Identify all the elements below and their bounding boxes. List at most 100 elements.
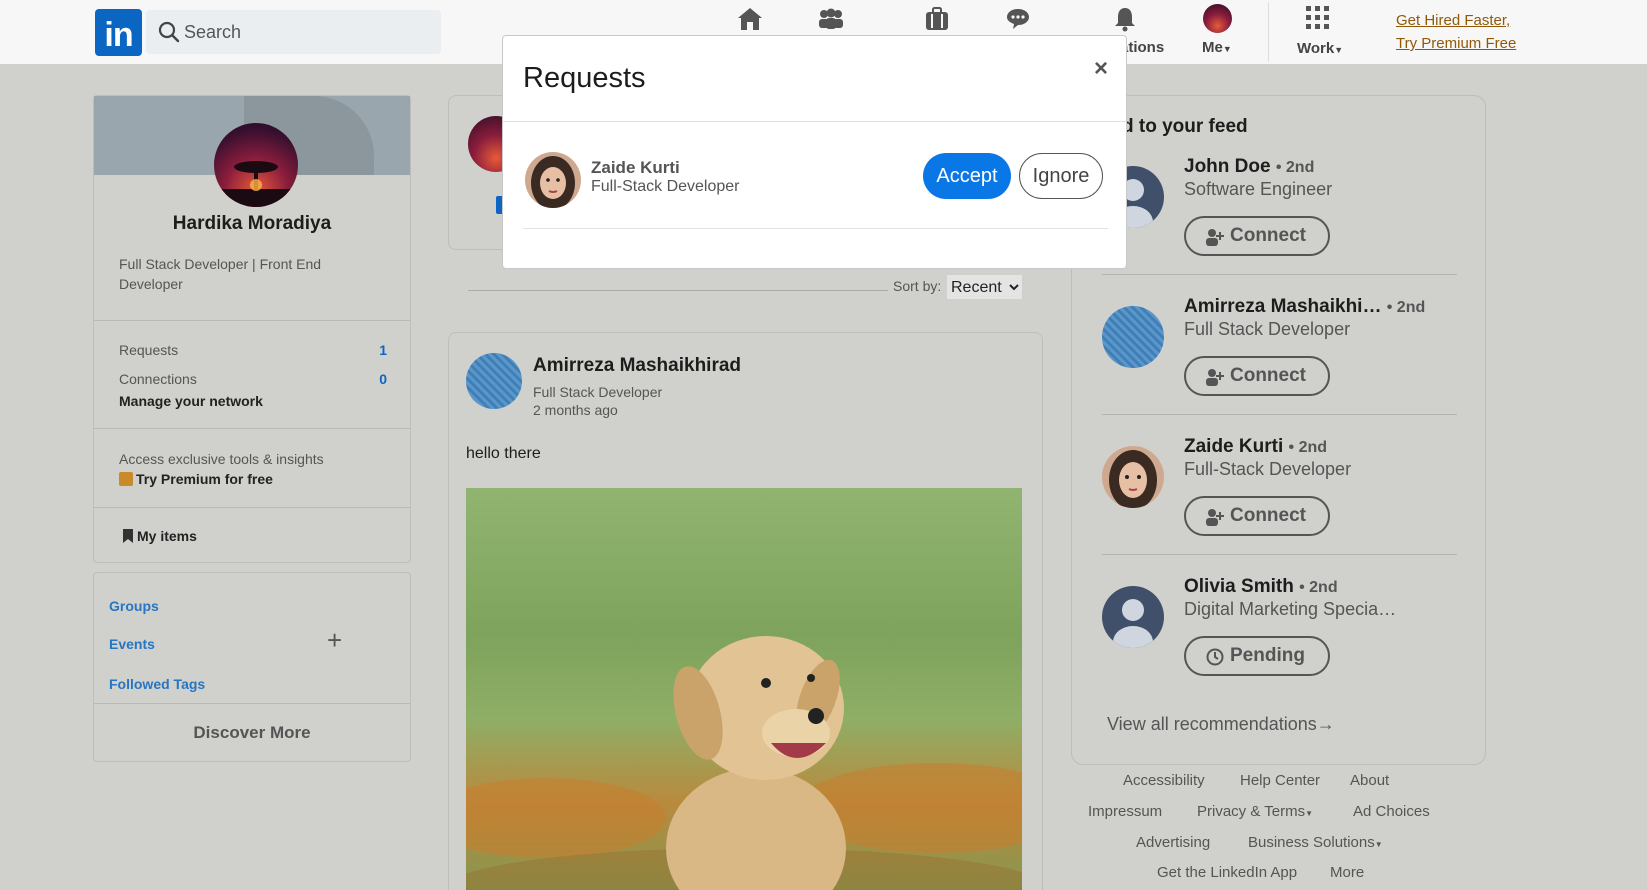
post-image-puppy[interactable]	[466, 488, 1022, 890]
footer-link[interactable]: Business Solutions▼	[1248, 834, 1383, 851]
pending-label: Pending	[1230, 645, 1305, 666]
divider	[1102, 274, 1457, 275]
footer-link[interactable]: Get the LinkedIn App	[1157, 864, 1297, 881]
woman-portrait-icon	[531, 156, 575, 208]
jobs-icon[interactable]	[925, 6, 949, 32]
recommendation-name-text: Zaide Kurti	[1184, 436, 1284, 457]
request-title: Full-Stack Developer	[591, 178, 740, 195]
work-menu[interactable]: Work▼	[1297, 40, 1343, 57]
search-icon	[158, 21, 180, 43]
work-label: Work	[1297, 40, 1335, 57]
profile-name[interactable]: Hardika Moradiya	[94, 213, 410, 235]
footer-link[interactable]: Privacy & Terms▼	[1197, 803, 1313, 820]
close-icon[interactable]: ×	[1086, 54, 1116, 84]
bookmark-icon	[123, 529, 133, 543]
messaging-icon[interactable]	[1005, 6, 1031, 32]
recommendation-item: Zaide Kurti • 2nd Full-Stack Developer C…	[1102, 436, 1457, 576]
me-avatar[interactable]	[1203, 4, 1232, 33]
groups-link[interactable]: Groups	[109, 598, 159, 614]
requests-row[interactable]: Requests 1	[119, 342, 387, 358]
events-link[interactable]: Events	[109, 636, 155, 652]
premium-line-2[interactable]: Try Premium Free	[1396, 32, 1516, 55]
footer-link[interactable]: Advertising	[1136, 834, 1210, 851]
recommendation-avatar[interactable]	[1102, 306, 1164, 368]
add-person-icon	[1206, 509, 1224, 526]
try-premium-label: Try Premium for free	[136, 471, 273, 487]
chevron-down-icon: ▼	[1374, 840, 1383, 849]
post-author-name[interactable]: Amirreza Mashaikhirad	[533, 355, 741, 377]
post-text: hello there	[466, 445, 541, 462]
recommendation-title: Digital Marketing Specia…	[1184, 599, 1397, 619]
divider	[503, 121, 1126, 122]
followed-tags-link[interactable]: Followed Tags	[109, 676, 205, 692]
recommendation-avatar[interactable]	[1102, 586, 1164, 648]
connections-count: 0	[379, 371, 387, 387]
recommendation-name-text: Amirreza Mashaikhi…	[1184, 296, 1382, 317]
recommendation-degree: • 2nd	[1275, 159, 1315, 176]
tree-sunset-icon	[214, 161, 298, 207]
footer-link[interactable]: Impressum	[1088, 803, 1162, 820]
sort-select[interactable]: Recent	[947, 275, 1022, 299]
post-author-avatar[interactable]	[466, 353, 522, 409]
recommendation-name[interactable]: Olivia Smith • 2nd	[1184, 576, 1338, 598]
footer-link[interactable]: Accessibility	[1123, 772, 1205, 789]
discover-more-button[interactable]: Discover More	[94, 723, 410, 743]
profile-card: Hardika Moradiya Full Stack Developer | …	[93, 95, 411, 563]
connections-row[interactable]: Connections 0	[119, 371, 387, 387]
puppy-illustration	[466, 636, 1022, 890]
recommendation-name[interactable]: John Doe • 2nd	[1184, 156, 1314, 178]
connect-button[interactable]: Connect	[1184, 496, 1330, 536]
notifications-icon[interactable]	[1113, 6, 1137, 32]
recommendation-avatar[interactable]	[1102, 446, 1164, 508]
footer-link[interactable]: About	[1350, 772, 1389, 789]
footer-link[interactable]: Ad Choices	[1353, 803, 1430, 820]
groups-card: Groups Events + Followed Tags Discover M…	[93, 572, 411, 762]
profile-avatar[interactable]	[214, 123, 298, 207]
recommendation-name-text: John Doe	[1184, 156, 1271, 177]
connect-button[interactable]: Connect	[1184, 356, 1330, 396]
footer-link[interactable]: More	[1330, 864, 1364, 881]
post-timestamp: 2 months ago	[533, 402, 618, 418]
recommendation-name[interactable]: Amirreza Mashaikhi… • 2nd	[1184, 296, 1425, 318]
add-person-icon	[1206, 369, 1224, 386]
accept-button[interactable]: Accept	[923, 153, 1011, 199]
me-menu[interactable]: Me▼	[1202, 39, 1232, 56]
add-event-icon[interactable]: +	[327, 625, 342, 656]
search-input[interactable]	[184, 18, 424, 46]
divider	[1102, 554, 1457, 555]
add-person-icon	[1206, 229, 1224, 246]
post-card: Amirreza Mashaikhirad Full Stack Develop…	[448, 332, 1043, 890]
connections-label: Connections	[119, 371, 197, 387]
request-avatar[interactable]	[525, 152, 581, 208]
my-items-link[interactable]: My items	[122, 528, 197, 544]
premium-icon	[119, 472, 133, 486]
me-label: Me	[1202, 39, 1223, 56]
home-icon[interactable]	[736, 6, 764, 32]
connect-label: Connect	[1230, 225, 1306, 246]
my-network-icon[interactable]	[817, 6, 845, 32]
default-person-icon	[1113, 599, 1153, 648]
footer-link[interactable]: Help Center	[1240, 772, 1320, 789]
requests-count: 1	[379, 342, 387, 358]
try-premium-link[interactable]: Try Premium for free	[119, 471, 273, 487]
connect-label: Connect	[1230, 365, 1306, 386]
recommendation-name-text: Olivia Smith	[1184, 576, 1294, 597]
pending-button[interactable]: Pending	[1184, 636, 1330, 676]
divider	[94, 320, 410, 321]
recommendation-name[interactable]: Zaide Kurti • 2nd	[1184, 436, 1327, 458]
connect-button[interactable]: Connect	[1184, 216, 1330, 256]
work-grid-icon[interactable]	[1305, 5, 1331, 31]
request-name[interactable]: Zaide Kurti	[591, 158, 680, 178]
recommendation-title: Full Stack Developer	[1184, 319, 1351, 339]
view-all-recommendations-link[interactable]: View all recommendations→	[1107, 714, 1335, 735]
my-items-label: My items	[137, 528, 197, 544]
premium-link[interactable]: Get Hired Faster, Try Premium Free	[1396, 9, 1516, 55]
divider	[523, 228, 1108, 229]
linkedin-logo[interactable]: in	[95, 9, 142, 56]
chevron-down-icon: ▼	[1334, 45, 1344, 55]
ignore-button[interactable]: Ignore	[1019, 153, 1103, 199]
manage-network-link[interactable]: Manage your network	[119, 393, 263, 409]
premium-line-1[interactable]: Get Hired Faster,	[1396, 9, 1516, 32]
post-author-title: Full Stack Developer	[533, 384, 663, 400]
search-box[interactable]	[146, 10, 441, 54]
